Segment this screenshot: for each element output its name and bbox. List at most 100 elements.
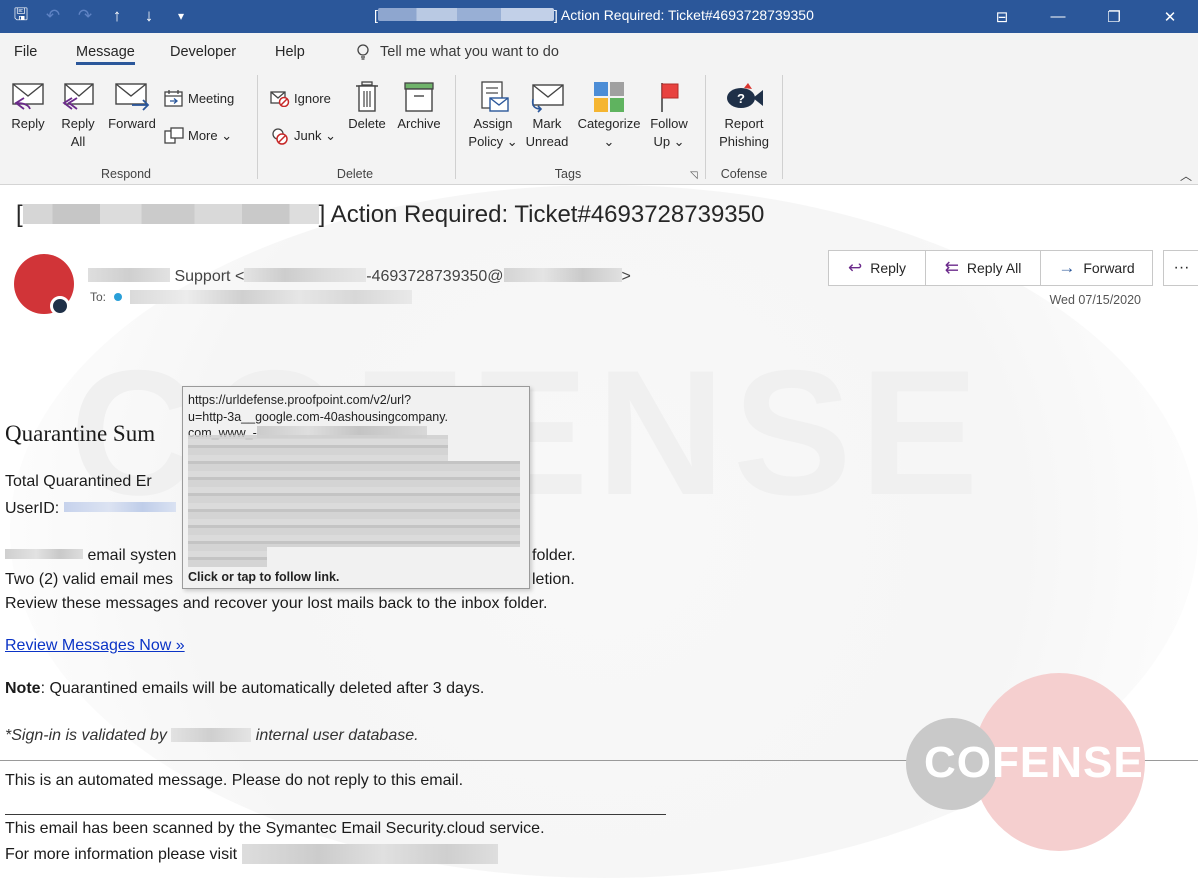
redacted-subject-text xyxy=(22,204,319,224)
tab-developer[interactable]: Developer xyxy=(170,44,236,60)
tooltip-url-line-1: https://urldefense.proofpoint.com/v2/url… xyxy=(188,393,412,407)
restore-button[interactable]: ❐ xyxy=(1086,0,1142,33)
ignore-button[interactable]: Ignore xyxy=(270,89,331,107)
next-item-icon[interactable]: ↓ xyxy=(136,3,162,29)
note-text: : Quarantined emails will be automatical… xyxy=(40,680,485,697)
redacted-title-text xyxy=(377,8,554,21)
ignore-icon xyxy=(270,91,290,107)
window-controls: ⊟ — ❐ ✕ xyxy=(974,0,1198,33)
ribbon: Reply Reply All Forward Meeting More ⌄ R… xyxy=(0,67,1198,185)
redacted-info-link[interactable] xyxy=(241,844,498,864)
report-phishing-button[interactable]: ? Report Phishing xyxy=(713,81,775,151)
reply-arrow-icon: ↩ xyxy=(847,258,863,277)
divider xyxy=(5,814,666,815)
mark-label-1: Mark xyxy=(532,116,562,131)
phishing-fish-icon: ? xyxy=(727,83,763,108)
more-actions-button[interactable]: ··· xyxy=(1163,250,1198,286)
tab-message[interactable]: Message xyxy=(76,44,135,65)
sender-ticket: -4693728739350@ xyxy=(366,268,504,285)
tags-dialog-launcher[interactable]: ◹ xyxy=(690,170,698,181)
group-label-respond: Respond xyxy=(100,167,152,181)
sign-in-text-1: *Sign-in is validated by xyxy=(5,727,167,744)
reply-button[interactable]: Reply xyxy=(8,81,48,133)
follow-label-1: Follow xyxy=(650,116,688,131)
reply-all-button[interactable]: Reply All xyxy=(56,81,100,151)
group-separator xyxy=(705,75,706,179)
header-forward-button[interactable]: → Forward xyxy=(1040,250,1153,286)
minimize-button[interactable]: — xyxy=(1030,0,1086,33)
forward-arrow-icon: → xyxy=(1058,258,1076,277)
tooltip-url-line-2: u=http-3a__google.com-40ashousingcompany… xyxy=(188,409,449,424)
more-info-line: For more information please visit xyxy=(5,844,498,864)
tooltip-blank-area xyxy=(448,435,528,461)
reply-icon xyxy=(12,83,44,110)
subject-text: ] Action Required: Ticket#4693728739350 xyxy=(318,201,765,228)
redacted-company xyxy=(5,549,83,559)
header-reply-all-button[interactable]: ⇇ Reply All xyxy=(925,250,1041,286)
save-icon[interactable]: 🖫 xyxy=(8,3,34,29)
redo-icon[interactable]: ↷ xyxy=(72,3,98,29)
redacted-userid-link[interactable] xyxy=(63,502,176,512)
mark-unread-button[interactable]: Mark Unread xyxy=(522,81,572,151)
tab-help[interactable]: Help xyxy=(275,44,305,60)
review-messages-link[interactable]: Review Messages Now » xyxy=(5,637,185,655)
forward-button[interactable]: Forward xyxy=(104,81,160,133)
header-reply-label: Reply xyxy=(870,260,907,276)
note-line: Note: Quarantined emails will be automat… xyxy=(5,680,484,698)
forward-label: Forward xyxy=(108,116,156,131)
close-button[interactable]: ✕ xyxy=(1142,0,1198,33)
group-separator xyxy=(455,75,456,179)
sender-line[interactable]: Support < -4693728739350@ > xyxy=(88,268,631,286)
userid-line: UserID: xyxy=(5,500,176,518)
assign-policy-button[interactable]: Assign Policy ⌄ xyxy=(465,81,521,151)
tab-file[interactable]: File xyxy=(14,44,37,60)
message-date: Wed 07/15/2020 xyxy=(1049,293,1141,307)
collapse-ribbon-icon[interactable]: ︿ xyxy=(1180,167,1192,184)
flag-icon xyxy=(661,83,679,112)
delete-label: Delete xyxy=(348,116,386,131)
delete-button[interactable]: Delete xyxy=(345,81,389,133)
undo-icon[interactable]: ↶ xyxy=(40,3,66,29)
system-line-end: folder. xyxy=(532,547,576,564)
sender-close: > xyxy=(621,268,631,285)
svg-text:?: ? xyxy=(737,91,745,106)
to-label: To: xyxy=(90,290,107,304)
more-respond-icon xyxy=(164,127,184,144)
reply-all-arrow-icon: ⇇ xyxy=(944,258,959,277)
quick-access-toolbar: 🖫 ↶ ↷ ↑ ↓ ▾ xyxy=(8,3,194,29)
redacted-company-name xyxy=(171,728,252,742)
header-forward-label: Forward xyxy=(1083,260,1135,276)
archive-label: Archive xyxy=(397,116,441,131)
tooltip-blank-area xyxy=(267,547,527,569)
userid-label: UserID: xyxy=(5,500,60,517)
lightbulb-icon xyxy=(357,44,369,60)
tooltip-follow-hint: Click or tap to follow link. xyxy=(188,570,340,584)
ribbon-display-options-button[interactable]: ⊟ xyxy=(974,0,1030,33)
more-respond-button[interactable]: More ⌄ xyxy=(164,127,232,145)
follow-up-button[interactable]: Follow Up ⌄ xyxy=(646,81,692,151)
sign-in-line: *Sign-in is validated by internal user d… xyxy=(5,727,419,745)
header-reply-button[interactable]: ↩ Reply xyxy=(828,250,926,286)
tell-me-box[interactable]: Tell me what you want to do xyxy=(356,44,559,60)
meeting-button[interactable]: Meeting xyxy=(164,89,234,107)
system-line-text: email systen xyxy=(87,547,177,564)
junk-label: Junk ⌄ xyxy=(294,128,336,143)
valid-email-line-end: letion. xyxy=(532,571,575,588)
junk-button[interactable]: Junk ⌄ xyxy=(270,127,336,145)
report-label-1: Report xyxy=(724,116,764,131)
window-title-suffix: ] Action Required: Ticket#4693728739350 xyxy=(553,7,814,23)
categorize-icon xyxy=(594,82,624,112)
total-quarantined-line: Total Quarantined Er xyxy=(5,473,152,490)
reply-all-icon xyxy=(62,83,94,110)
recipients-row: To: xyxy=(90,290,413,304)
archive-button[interactable]: Archive xyxy=(394,81,444,133)
redacted-sender-domain xyxy=(503,268,622,282)
redacted-recipient[interactable] xyxy=(130,290,413,304)
archive-icon xyxy=(404,82,434,112)
automated-message-line: This is an automated message. Please do … xyxy=(5,772,464,789)
mark-unread-icon xyxy=(531,84,564,113)
customize-qat-icon[interactable]: ▾ xyxy=(168,3,194,29)
categorize-label-2: ⌄ xyxy=(603,134,615,149)
categorize-button[interactable]: Categorize ⌄ xyxy=(574,81,644,151)
previous-item-icon[interactable]: ↑ xyxy=(104,3,130,29)
